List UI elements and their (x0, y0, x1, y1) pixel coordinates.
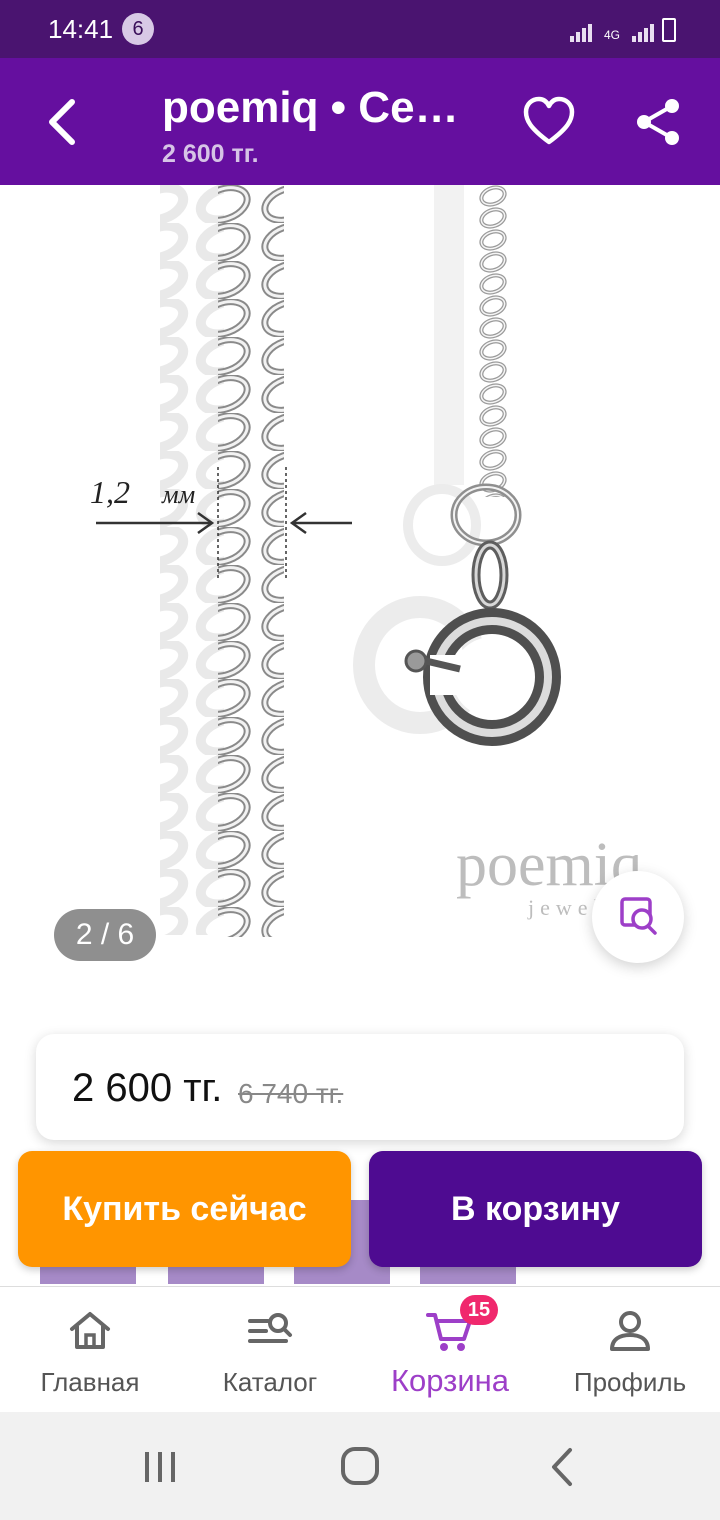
home-icon (70, 1312, 110, 1349)
nav-label-cart: Корзина (390, 1363, 510, 1398)
nav-item-catalog[interactable]: Каталог (180, 1287, 360, 1413)
catalog-icon (248, 1313, 292, 1343)
chain-closeup (218, 185, 284, 937)
old-price: 6 740 тг. (238, 1078, 344, 1109)
current-price: 2 600 тг. (72, 1066, 223, 1110)
recent-apps-icon[interactable] (130, 1442, 190, 1492)
page-title: poemiq • Серебряная цепочка (162, 83, 482, 132)
heart-icon (523, 96, 575, 145)
status-icons: 4G (569, 16, 676, 42)
signal-icon-2 (632, 24, 654, 42)
product-image-gallery[interactable]: 1,2 мм poemiq jewel 2 / 6 (0, 185, 720, 1005)
back-arrow-icon (49, 99, 75, 145)
nav-item-profile[interactable]: Профиль (540, 1287, 720, 1413)
network-type-label: 4G (603, 28, 620, 42)
image-search-icon (620, 897, 657, 935)
share-icon (637, 99, 679, 145)
image-counter: 2 / 6 (54, 909, 156, 961)
system-back-icon[interactable] (534, 1442, 594, 1492)
home-button-icon[interactable] (330, 1442, 390, 1492)
status-bar: 14:41 6 4G (0, 0, 720, 58)
measure-value: 1,2 (90, 474, 130, 510)
system-nav-bar (0, 1412, 720, 1520)
signal-icon (569, 24, 592, 42)
header-price: 2 600 тг. (162, 140, 259, 168)
nav-label-profile: Профиль (573, 1367, 687, 1397)
add-to-cart-button[interactable]: В корзину (369, 1151, 702, 1267)
app-bar: poemiq • Серебряная цепочка 2 600 тг. (0, 58, 720, 185)
profile-icon (610, 1311, 650, 1351)
back-button[interactable] (40, 94, 88, 150)
nav-label-home: Главная (40, 1367, 140, 1397)
nav-label-catalog: Каталог (222, 1367, 318, 1397)
favorite-button[interactable] (520, 94, 578, 148)
nav-item-cart[interactable]: 15 Корзина (360, 1287, 540, 1413)
notification-count-badge: 6 (122, 13, 154, 45)
status-time: 14:41 (48, 14, 114, 44)
measure-unit: мм (161, 480, 195, 509)
clasp-chain-shadow (434, 185, 464, 485)
nav-item-home[interactable]: Главная (0, 1287, 180, 1413)
visual-search-button[interactable] (592, 871, 684, 963)
cart-count-badge: 15 (460, 1295, 498, 1325)
price-card: 2 600 тг. 6 740 тг. (36, 1034, 684, 1140)
chain-shadow (160, 185, 224, 935)
clasp-chain (474, 185, 508, 497)
buy-now-button[interactable]: Купить сейчас (18, 1151, 351, 1267)
share-button[interactable] (630, 94, 686, 150)
battery-icon (662, 18, 676, 42)
bottom-nav: Главная Каталог 15 Корзина Профиль (0, 1286, 720, 1412)
